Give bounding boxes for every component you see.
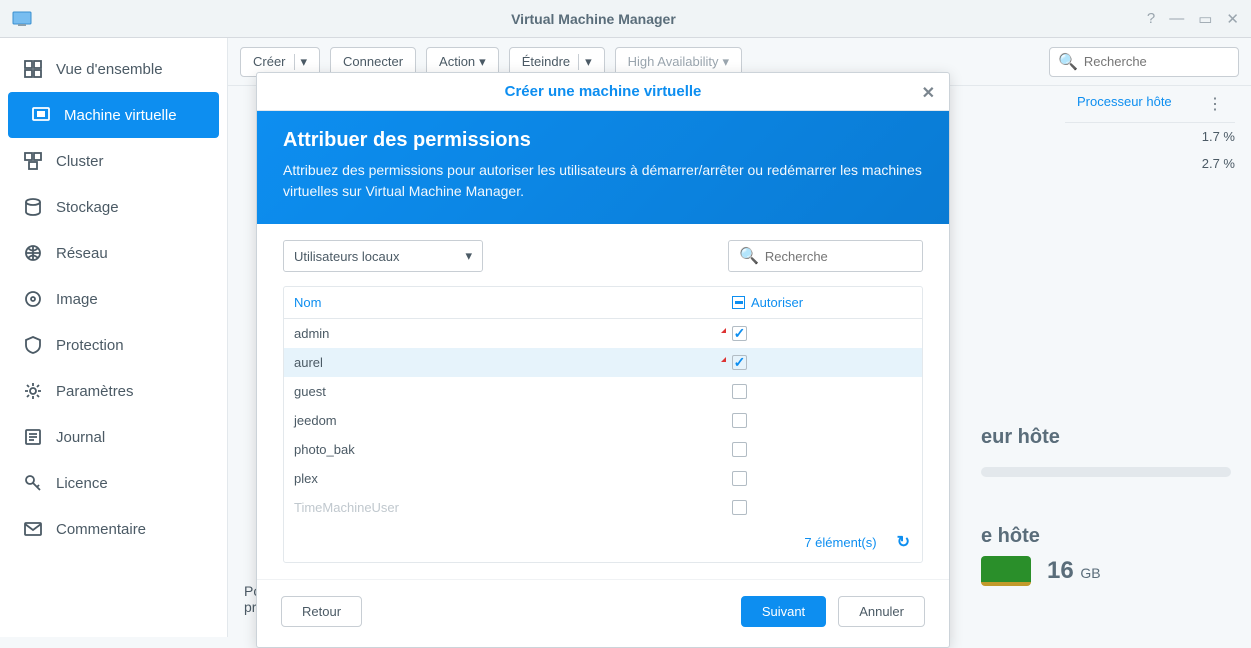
memory-value: 16 GB	[1047, 557, 1101, 585]
sidebar-item-label: Journal	[56, 429, 105, 446]
column-name[interactable]: Nom	[294, 295, 732, 310]
sidebar-item-label: Stockage	[56, 199, 119, 216]
host-cpu-panel: eur hôte e hôte 16 GB	[981, 418, 1231, 586]
sidebar-item-label: Cluster	[56, 153, 104, 170]
sidebar-item-log[interactable]: Journal	[0, 414, 227, 460]
user-name: TimeMachineUser	[294, 500, 399, 515]
sidebar-item-network[interactable]: Réseau	[0, 230, 227, 276]
mail-icon	[22, 520, 44, 538]
authorize-checkbox[interactable]	[732, 326, 747, 341]
sidebar-item-label: Commentaire	[56, 521, 146, 538]
sidebar-item-overview[interactable]: Vue d'ensemble	[0, 46, 227, 92]
sidebar-item-settings[interactable]: Paramètres	[0, 368, 227, 414]
permission-row[interactable]: TimeMachineUser	[284, 493, 922, 522]
cluster-icon	[22, 152, 44, 170]
permissions-table: Nom Autoriser admin aurel guest jeedom photo…	[283, 286, 923, 563]
cpu-percent-row: 2.7 %	[1065, 150, 1235, 177]
sidebar-item-cluster[interactable]: Cluster	[0, 138, 227, 184]
network-icon	[22, 244, 44, 262]
log-icon	[22, 428, 44, 446]
chevron-down-icon: ▾	[465, 248, 472, 264]
permission-row[interactable]: aurel	[284, 348, 922, 377]
sidebar-item-label: Paramètres	[56, 383, 134, 400]
permission-row[interactable]: guest	[284, 377, 922, 406]
modal-search-input[interactable]	[765, 249, 912, 264]
gear-icon	[22, 382, 44, 400]
sidebar-item-label: Vue d'ensemble	[56, 61, 163, 78]
cpu-percent-row: 1.7 %	[1065, 123, 1235, 150]
user-source-dropdown[interactable]: Utilisateurs locaux ▾	[283, 240, 483, 272]
cpu-chip-icon	[981, 556, 1031, 586]
sidebar-item-vm[interactable]: Machine virtuelle	[8, 92, 219, 138]
sidebar-item-storage[interactable]: Stockage	[0, 184, 227, 230]
sidebar-item-image[interactable]: Image	[0, 276, 227, 322]
select-all-checkbox[interactable]	[732, 296, 745, 309]
authorize-checkbox[interactable]	[732, 500, 747, 515]
sidebar-item-label: Licence	[56, 475, 108, 492]
dashboard-icon	[22, 60, 44, 78]
authorize-checkbox[interactable]	[732, 413, 747, 428]
user-name: jeedom	[294, 413, 337, 428]
vm-icon	[30, 106, 52, 124]
close-window-icon[interactable]: ✕	[1226, 10, 1239, 28]
user-name: photo_bak	[294, 442, 355, 457]
title-bar: Virtual Machine Manager ? ― ▭ ✕	[0, 0, 1251, 38]
user-name: plex	[294, 471, 318, 486]
search-icon: 🔍	[739, 246, 759, 266]
sidebar-item-comment[interactable]: Commentaire	[0, 506, 227, 552]
refresh-icon[interactable]: ↻	[897, 532, 910, 552]
sidebar-item-label: Réseau	[56, 245, 108, 262]
permission-row[interactable]: plex	[284, 464, 922, 493]
key-icon	[22, 474, 44, 492]
minimize-icon[interactable]: ―	[1169, 10, 1184, 28]
sidebar-item-label: Machine virtuelle	[64, 107, 177, 124]
host-cpu-column: Processeur hôte ⋮	[1065, 86, 1235, 123]
sidebar-item-label: Image	[56, 291, 98, 308]
modal-hero: Attribuer des permissions Attribuez des …	[257, 111, 949, 224]
flag-icon	[721, 357, 726, 362]
protection-icon	[22, 336, 44, 354]
modal-title-bar: Créer une machine virtuelle ✕	[257, 73, 949, 111]
back-button[interactable]: Retour	[281, 596, 362, 627]
sidebar-item-license[interactable]: Licence	[0, 460, 227, 506]
flag-icon	[721, 328, 726, 333]
authorize-checkbox[interactable]	[732, 384, 747, 399]
permission-row[interactable]: jeedom	[284, 406, 922, 435]
app-title: Virtual Machine Manager	[40, 11, 1147, 27]
user-name: admin	[294, 326, 329, 341]
modal-description: Attribuez des permissions pour autoriser…	[283, 160, 923, 202]
image-icon	[22, 290, 44, 308]
sidebar-item-protection[interactable]: Protection	[0, 322, 227, 368]
more-icon[interactable]: ⋮	[1197, 94, 1223, 114]
search-input[interactable]	[1084, 54, 1230, 69]
sidebar-item-label: Protection	[56, 337, 124, 354]
create-vm-modal: Créer une machine virtuelle ✕ Attribuer …	[256, 72, 950, 648]
modal-heading: Attribuer des permissions	[283, 129, 923, 152]
user-name: aurel	[294, 355, 323, 370]
authorize-checkbox[interactable]	[732, 442, 747, 457]
toolbar-search[interactable]: 🔍	[1049, 47, 1239, 77]
column-authorize[interactable]: Autoriser	[732, 295, 912, 310]
permission-row[interactable]: admin	[284, 319, 922, 348]
cpu-bar	[981, 467, 1231, 477]
window-controls: ? ― ▭ ✕	[1147, 10, 1239, 28]
permission-row[interactable]: photo_bak	[284, 435, 922, 464]
cancel-button[interactable]: Annuler	[838, 596, 925, 627]
user-name: guest	[294, 384, 326, 399]
modal-search[interactable]: 🔍	[728, 240, 923, 272]
storage-icon	[22, 198, 44, 216]
app-icon	[12, 11, 32, 27]
authorize-checkbox[interactable]	[732, 471, 747, 486]
element-count: 7 élément(s)	[804, 535, 876, 550]
help-icon[interactable]: ?	[1147, 10, 1155, 28]
maximize-icon[interactable]: ▭	[1198, 10, 1212, 28]
next-button[interactable]: Suivant	[741, 596, 826, 627]
authorize-checkbox[interactable]	[732, 355, 747, 370]
search-icon: 🔍	[1058, 52, 1078, 72]
close-icon[interactable]: ✕	[922, 83, 935, 103]
sidebar: Vue d'ensemble Machine virtuelle Cluster…	[0, 38, 228, 637]
